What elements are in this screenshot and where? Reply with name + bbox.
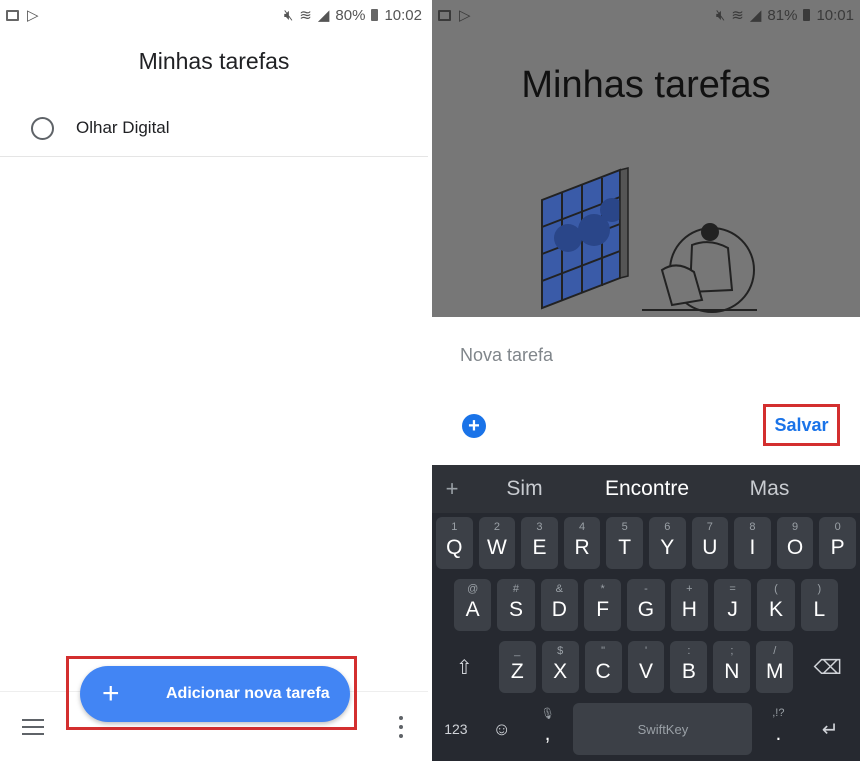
suggestion-1[interactable]: Sim: [472, 477, 577, 501]
space-key[interactable]: SwiftKey: [573, 703, 753, 755]
key-f[interactable]: * F: [583, 579, 622, 631]
mute-icon: 🔇︎: [283, 6, 294, 24]
empty-state-illustration: [541, 167, 757, 313]
clock: 10:01: [816, 6, 854, 24]
period-key[interactable]: ,!?.: [758, 703, 798, 755]
comma-key[interactable]: 🎙︎,: [528, 703, 568, 755]
more-vert-icon[interactable]: [398, 716, 404, 738]
play-notification-icon: ▷: [459, 7, 471, 24]
add-details-icon[interactable]: +: [462, 414, 486, 438]
key-q[interactable]: 1Q: [436, 517, 473, 569]
signal-icon: ◢: [317, 7, 330, 24]
enter-key[interactable]: ↵: [804, 703, 856, 755]
key-row-1: 1Q2W3E4R5T6Y7U8I9O0P: [432, 517, 860, 569]
key-r[interactable]: 4R: [563, 517, 601, 569]
clock: 10:02: [384, 6, 422, 24]
image-notification-icon: [6, 9, 19, 21]
key-row-3: ⇧ _ Z $ X " C ' V: B; N / M ⌫: [432, 641, 860, 693]
complete-checkbox[interactable]: [31, 116, 54, 140]
play-notification-icon: ▷: [27, 7, 39, 24]
key-d[interactable]: & D: [540, 579, 578, 631]
battery-percent: 80%: [335, 6, 366, 24]
numbers-key[interactable]: 123: [436, 703, 476, 755]
toolbar-plus-icon[interactable]: +: [432, 476, 472, 502]
mute-icon: 🔇︎: [715, 6, 726, 24]
plus-icon: +: [102, 677, 120, 710]
key-g[interactable]: -G: [627, 579, 665, 631]
status-bar: ▷ 🔇︎ ≋ ◢ 81% 10:01: [432, 0, 860, 30]
new-task-input[interactable]: [460, 345, 760, 366]
signal-icon: ◢: [749, 7, 762, 24]
key-a[interactable]: @ A: [454, 579, 492, 631]
key-n[interactable]: ; N: [713, 641, 751, 693]
key-z[interactable]: _ Z: [498, 641, 536, 693]
dimmed-background[interactable]: ▷ 🔇︎ ≋ ◢ 81% 10:01 Minhas tarefas: [432, 0, 860, 317]
task-label: Olhar Digital: [76, 118, 170, 137]
wifi-icon: ≋: [299, 7, 312, 24]
suggestion-2[interactable]: Encontre: [577, 477, 717, 501]
key-v[interactable]: ' V: [627, 641, 665, 693]
key-row-bottom: 123 ☺ 🎙︎, SwiftKey ,!?. ↵: [432, 703, 860, 755]
add-new-task-label: Adicionar nova tarefa: [166, 685, 330, 702]
add-new-task-button[interactable]: + Adicionar nova tarefa: [80, 666, 350, 722]
new-task-sheet: + Salvar: [432, 317, 860, 465]
key-o[interactable]: 9O: [776, 517, 814, 569]
emoji-key[interactable]: ☺: [482, 703, 522, 755]
key-u[interactable]: 7U: [691, 517, 729, 569]
key-k[interactable]: (K: [757, 579, 795, 631]
suggestion-bar: + Sim Encontre Mas: [432, 465, 860, 513]
key-w[interactable]: 2W: [478, 517, 516, 569]
key-l[interactable]: ) L: [800, 579, 838, 631]
task-item[interactable]: Olhar Digital: [0, 100, 428, 157]
image-notification-icon: [438, 9, 451, 21]
menu-icon[interactable]: [22, 719, 44, 735]
key-b[interactable]: :B: [670, 641, 708, 693]
suggestion-3[interactable]: Mas: [717, 477, 822, 501]
new-task-screen: ▷ 🔇︎ ≋ ◢ 81% 10:01 Minhas tarefas Nova t…: [432, 0, 860, 761]
key-c[interactable]: " C: [584, 641, 622, 693]
swiftkey-keyboard: + Sim Encontre Mas 1Q2W3E4R5T6Y7U8I9O0P …: [432, 465, 860, 761]
key-row-2: @ A # S & D * F - G + H = J(K) L: [432, 579, 860, 631]
key-y[interactable]: 6Y: [648, 517, 686, 569]
key-p[interactable]: 0P: [819, 517, 856, 569]
status-bar: ▷ 🔇︎ ≋ ◢ 80% 10:02: [0, 0, 428, 30]
key-i[interactable]: 8I: [734, 517, 771, 569]
battery-percent: 81%: [767, 6, 798, 24]
key-j[interactable]: = J: [713, 579, 752, 631]
wifi-icon: ≋: [731, 7, 744, 24]
save-button[interactable]: Salvar: [766, 407, 837, 443]
key-h[interactable]: + H: [670, 579, 708, 631]
key-row-3-letters: _ Z $ X " C ' V: B; N / M: [498, 641, 794, 693]
battery-icon: [803, 9, 811, 21]
backspace-key[interactable]: ⌫: [799, 641, 856, 693]
key-e[interactable]: 3E: [521, 517, 558, 569]
key-x[interactable]: $ X: [541, 641, 579, 693]
page-title: Minhas tarefas: [521, 64, 771, 106]
task-list-screen: ▷ 🔇︎ ≋ ◢ 80% 10:02 Minhas tarefas Olhar …: [0, 0, 428, 761]
mic-icon: 🎙︎: [540, 708, 555, 720]
key-t[interactable]: 5T: [606, 517, 643, 569]
page-title: Minhas tarefas: [138, 48, 290, 74]
key-s[interactable]: # S: [497, 579, 535, 631]
key-m[interactable]: / M: [756, 641, 794, 693]
battery-icon: [371, 9, 379, 21]
shift-key[interactable]: ⇧: [436, 641, 493, 693]
